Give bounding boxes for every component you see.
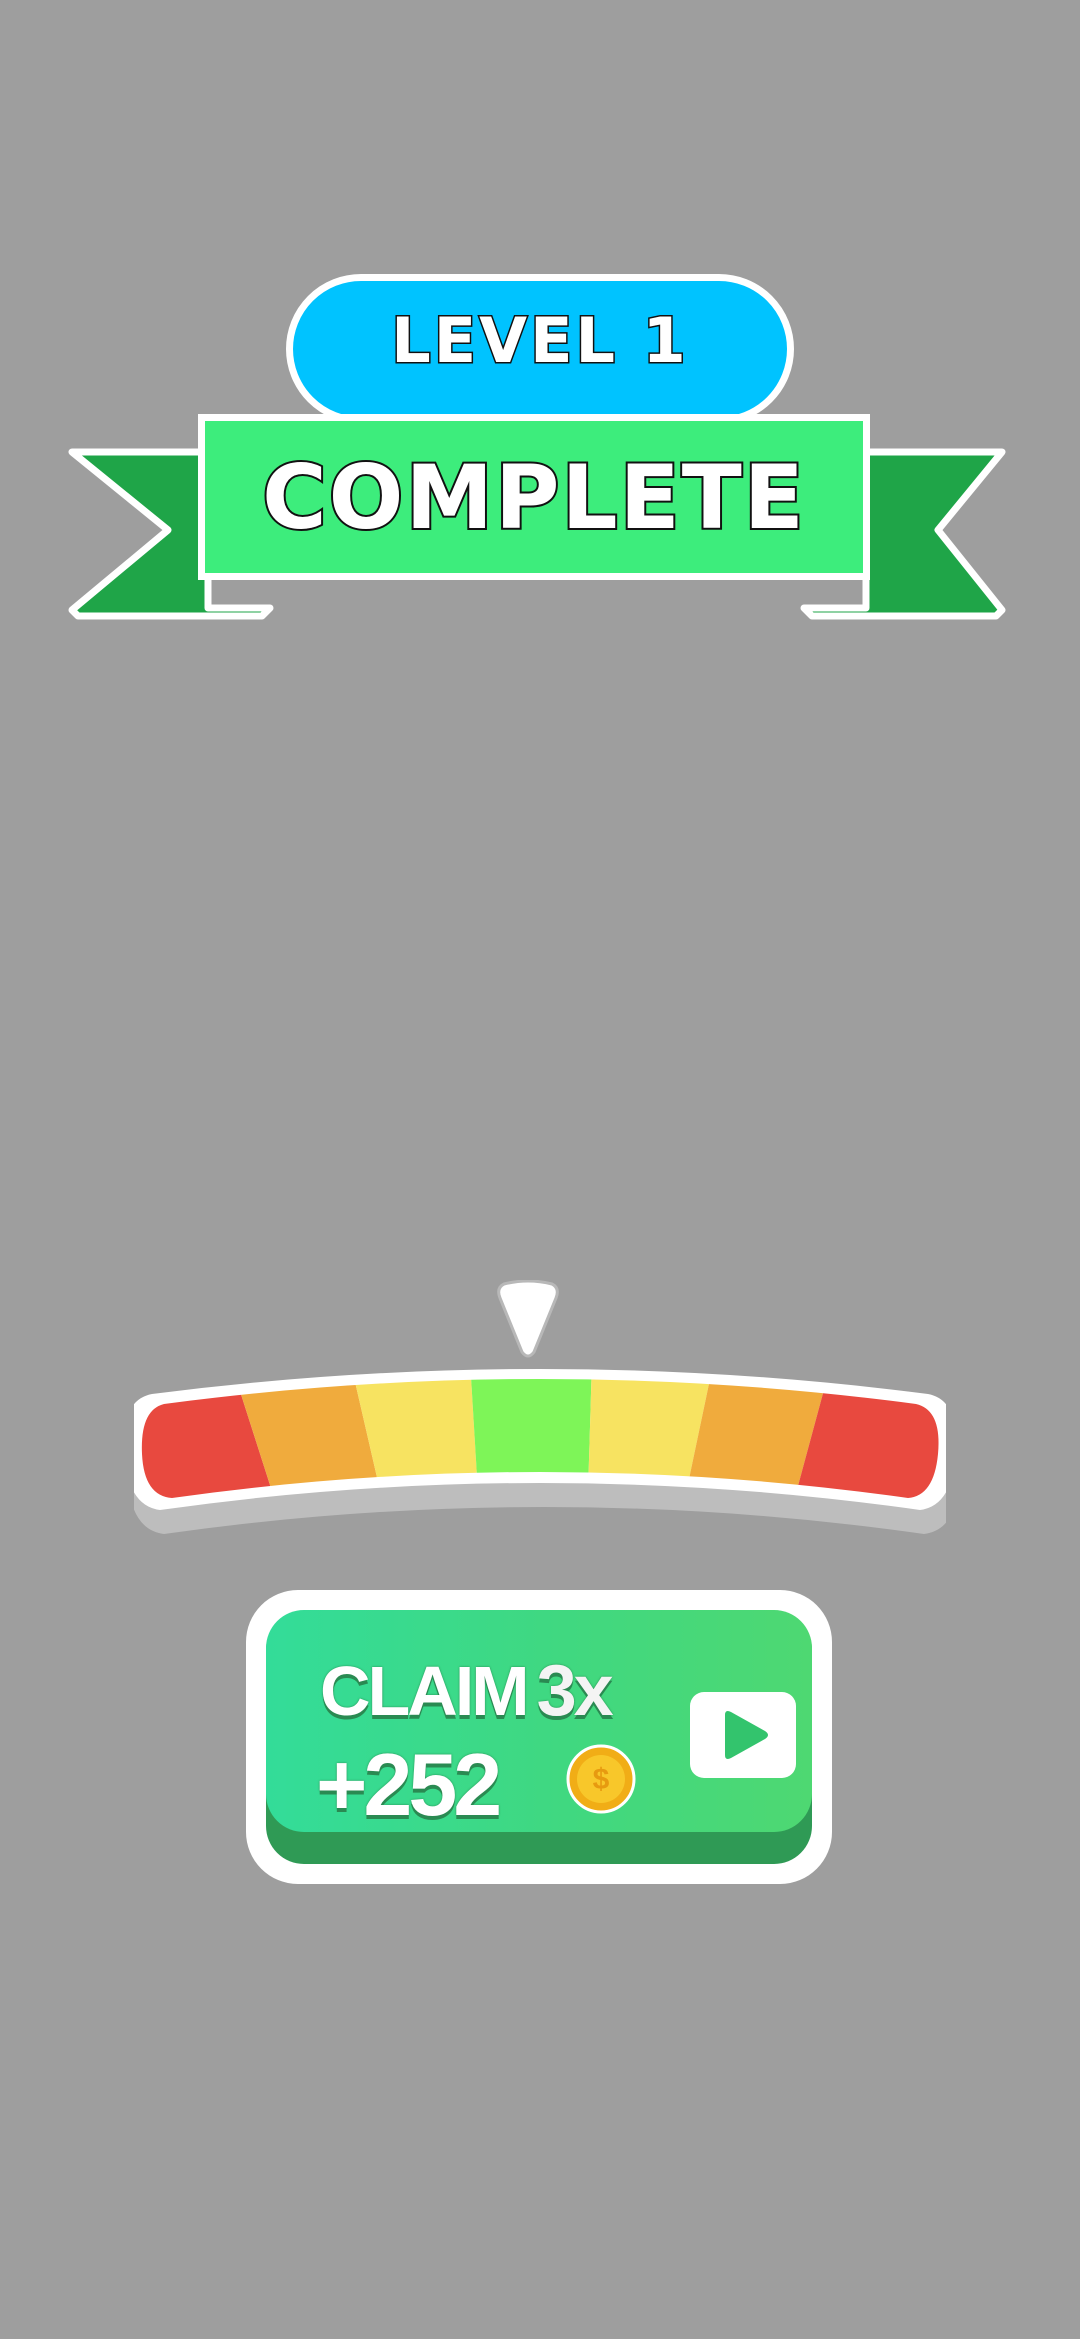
reward-amount: +252 [316, 1735, 502, 1834]
coin-icon: $ [566, 1744, 636, 1814]
meter-segment [470, 1379, 592, 1498]
svg-text:$: $ [593, 1763, 610, 1796]
play-video-button[interactable] [690, 1692, 796, 1778]
complete-plate: COMPLETE [198, 414, 870, 580]
claim-button-face[interactable]: CLAIM 3x +252 $ [266, 1610, 812, 1834]
multiplier-bar [134, 1369, 946, 1534]
claim-multiplier: 3x [536, 1651, 614, 1731]
play-video-icon [725, 1711, 768, 1759]
level-label: LEVEL 1 [390, 302, 689, 378]
level-complete-banner: LEVEL 1 COMPLETE [0, 0, 1080, 640]
complete-title: COMPLETE [260, 444, 806, 551]
pointer-triangle-icon [497, 1280, 559, 1358]
claim-label: CLAIM [320, 1652, 530, 1730]
claim-label-line: CLAIM 3x [320, 1650, 614, 1732]
level-complete-screen: LEVEL 1 COMPLETE CLAIM 3x +252 $ [0, 0, 1080, 2339]
claim-reward-button[interactable]: CLAIM 3x +252 $ [246, 1590, 832, 1884]
level-pill: LEVEL 1 [286, 274, 794, 424]
